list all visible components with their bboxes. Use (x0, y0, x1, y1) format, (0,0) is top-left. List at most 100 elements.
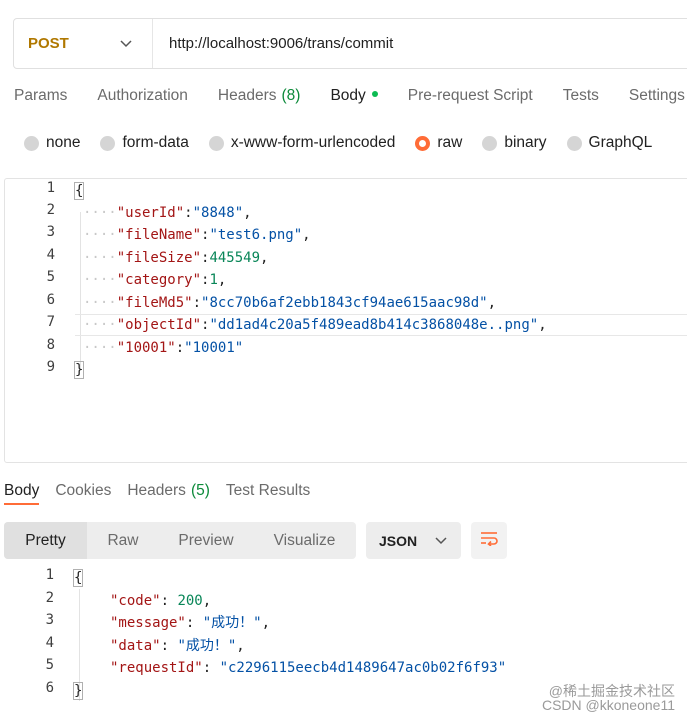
radio-indicator (566, 135, 582, 151)
tab-tests[interactable]: Tests (563, 87, 599, 105)
format-label: JSON (379, 532, 418, 549)
view-pretty-button[interactable]: Pretty (4, 522, 87, 559)
line-number: 1 (46, 180, 55, 196)
line-number: 8 (46, 337, 55, 353)
view-mode-group: Pretty Raw Preview Visualize (4, 522, 356, 559)
json-value: "成功！" (177, 638, 237, 654)
method-select[interactable]: POST (14, 19, 153, 68)
radio-urlencoded[interactable]: x-www-form-urlencoded (208, 134, 396, 152)
code-line: ····"fileSize":445549, (83, 250, 269, 266)
radio-form-data[interactable]: form-data (100, 134, 189, 152)
radio-label: raw (437, 134, 463, 151)
line-number: 4 (46, 247, 55, 263)
tab-response-headers[interactable]: Headers (5) (127, 482, 210, 505)
method-label: POST (28, 35, 69, 52)
radio-indicator-selected (415, 135, 431, 151)
code-line: "message": "成功！", (110, 615, 271, 631)
radio-label: binary (504, 134, 547, 151)
tab-body-label: Body (330, 87, 366, 104)
request-tabs: Params Authorization Headers (8) Body Pre… (14, 87, 687, 105)
json-value: "10001" (184, 340, 244, 356)
json-value: 200 (177, 593, 203, 609)
code-line: ····"category":1, (83, 272, 227, 288)
radio-none[interactable]: none (24, 134, 80, 152)
line-number: 7 (46, 314, 55, 330)
json-key: "fileMd5" (116, 295, 193, 311)
chevron-down-icon (435, 534, 447, 548)
tab-prerequest-script[interactable]: Pre-request Script (408, 87, 533, 105)
code-line: ····"objectId":"dd1ad4c20a5f489ead8b414c… (83, 317, 547, 333)
json-value: "成功！" (202, 615, 262, 631)
json-value: "8848" (192, 205, 244, 221)
url-bar: POST http://localhost:9006/trans/commit (13, 18, 687, 69)
wrap-lines-button[interactable] (471, 522, 507, 559)
json-key: "userId" (116, 205, 185, 221)
line-number: 6 (46, 292, 55, 308)
json-key: "category" (116, 272, 202, 288)
json-key: "fileName" (116, 227, 202, 243)
code-line: "code": 200, (110, 593, 212, 609)
json-key: "objectId" (116, 317, 202, 333)
line-number: 6 (45, 680, 54, 696)
code-line: } (73, 359, 85, 381)
format-select[interactable]: JSON (366, 522, 461, 559)
watermark-line2: CSDN @kkoneone11 (541, 697, 675, 713)
tab-test-results[interactable]: Test Results (226, 482, 310, 505)
open-brace: { (73, 182, 85, 200)
line-number: 2 (45, 590, 54, 606)
tab-authorization[interactable]: Authorization (97, 87, 187, 105)
code-line: "requestId": "c2296115eecb4d1489647ac0b0… (110, 660, 507, 676)
tab-settings[interactable]: Settings (629, 87, 685, 105)
tab-response-body[interactable]: Body (4, 482, 40, 505)
url-input[interactable]: http://localhost:9006/trans/commit (153, 35, 393, 52)
wrap-lines-icon (479, 530, 499, 551)
radio-indicator (482, 135, 498, 151)
tab-headers-label: Headers (217, 87, 277, 104)
json-key: "fileSize" (116, 250, 202, 266)
view-preview-button[interactable]: Preview (159, 522, 253, 559)
code-line: ····"10001":"10001" (83, 340, 244, 356)
body-type-options: none form-data x-www-form-urlencoded raw… (24, 134, 672, 152)
line-number: 4 (45, 635, 54, 651)
json-key: "data" (110, 638, 161, 654)
view-visualize-button[interactable]: Visualize (253, 522, 356, 559)
json-key: "requestId" (110, 660, 203, 676)
json-key: "message" (110, 615, 186, 631)
tab-headers[interactable]: Headers (8) (218, 87, 301, 105)
request-body-editor[interactable]: 1 2 3 4 5 6 7 8 9 { ····"userId":"8848",… (4, 178, 687, 463)
line-number: 5 (46, 269, 55, 285)
tab-params[interactable]: Params (14, 87, 67, 105)
code-line: "data": "成功！", (110, 638, 245, 654)
json-value: "test6.png" (209, 227, 303, 243)
json-value: 445549 (209, 250, 261, 266)
radio-label: form-data (122, 134, 189, 151)
close-brace: } (72, 682, 84, 700)
line-number: 3 (45, 612, 54, 628)
code-line: { (73, 180, 85, 202)
radio-binary[interactable]: binary (482, 134, 547, 152)
code-line: ····"fileMd5":"8cc70b6af2ebb1843cf94ae61… (83, 295, 497, 311)
radio-label: x-www-form-urlencoded (230, 134, 396, 151)
tab-cookies[interactable]: Cookies (55, 482, 111, 505)
radio-indicator (100, 135, 116, 151)
tab-response-headers-count: (5) (190, 482, 210, 499)
close-brace: } (73, 361, 85, 379)
json-value: 1 (209, 272, 218, 288)
tab-body[interactable]: Body (330, 87, 378, 105)
code-line: { (72, 567, 84, 589)
json-key: "code" (110, 593, 161, 609)
view-raw-button[interactable]: Raw (87, 522, 159, 559)
json-value: "c2296115eecb4d1489647ac0b02f6f93" (219, 660, 507, 676)
json-value: "dd1ad4c20a5f489ead8b414c3868048e..png" (209, 317, 539, 333)
tab-response-headers-label: Headers (127, 482, 186, 499)
line-number: 9 (46, 359, 55, 375)
line-number: 2 (46, 202, 55, 218)
indent-guide (80, 212, 81, 369)
code-line: ····"fileName":"test6.png", (83, 227, 311, 243)
response-tabs: Body Cookies Headers (5) Test Results (4, 482, 326, 505)
line-number: 5 (45, 657, 54, 673)
radio-raw[interactable]: raw (415, 134, 462, 152)
code-line: ····"userId":"8848", (83, 205, 252, 221)
radio-graphql[interactable]: GraphQL (566, 134, 652, 152)
radio-indicator (24, 135, 39, 151)
